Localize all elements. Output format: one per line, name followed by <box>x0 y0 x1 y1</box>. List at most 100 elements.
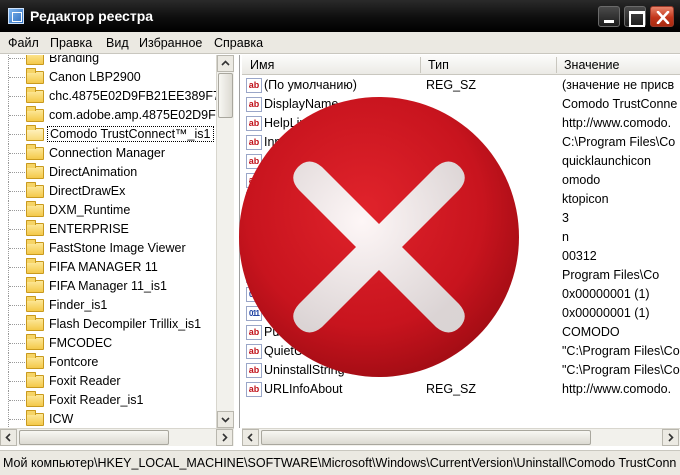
tree-item[interactable]: DirectDrawEx <box>0 182 224 201</box>
ab-string-icon: ab <box>246 230 262 245</box>
folder-icon <box>26 277 44 293</box>
tree-item[interactable]: DirectAnimation <box>0 163 224 182</box>
window-title: Редактор реестра <box>30 8 154 24</box>
tree-item[interactable]: Branding <box>0 55 224 68</box>
ab-string-icon: ab <box>246 249 262 264</box>
close-button[interactable] <box>650 6 674 27</box>
table-row[interactable]: ab Publisher COMODO <box>242 323 680 342</box>
table-row[interactable]: ab Inno Se REG_SZ n <box>242 228 680 247</box>
table-row[interactable]: ab Inno Se REG_SZ ktopicon <box>242 190 680 209</box>
scroll-left-button[interactable] <box>242 429 259 446</box>
tree-item[interactable]: DXM_Runtime <box>0 201 224 220</box>
ab-string-icon: ab <box>246 211 262 226</box>
tree-item-label: DirectAnimation <box>49 165 138 179</box>
table-row[interactable]: ab Inno Se REG_SZ 3 <box>242 209 680 228</box>
cell-value: http://www.comodo. <box>562 382 672 396</box>
cell-name: Publisher <box>264 325 317 339</box>
column-divider[interactable] <box>556 57 557 73</box>
tree-item[interactable]: ENTERPRISE <box>0 220 224 239</box>
column-value[interactable]: Значение <box>564 58 619 72</box>
menu-help[interactable]: Справка <box>214 36 263 50</box>
tree-item[interactable]: Fontcore <box>0 353 224 372</box>
table-row[interactable]: ab URLInfoAbout REG_SZ http://www.comodo. <box>242 380 680 399</box>
table-row[interactable]: ab InstallD REG_SZ 00312 <box>242 247 680 266</box>
tree-connector <box>9 248 25 249</box>
scroll-thumb[interactable] <box>218 73 233 118</box>
table-row[interactable]: ab UninstallString "C:\Program Files\Co <box>242 361 680 380</box>
cell-name: Inno Setup <box>264 154 325 168</box>
cell-value: "C:\Program Files\Co <box>562 363 680 377</box>
scroll-down-button[interactable] <box>217 411 234 428</box>
table-row[interactable]: 011 NoModify WORD 0x00000001 (1) <box>242 285 680 304</box>
tree-item[interactable]: FIFA Manager 11_is1 <box>0 277 224 296</box>
tree-item[interactable]: Foxit Reader <box>0 372 224 391</box>
scroll-thumb[interactable] <box>261 430 591 445</box>
cell-type: REG_SZ <box>426 382 477 396</box>
scroll-left-button[interactable] <box>0 429 17 446</box>
tree-item-label: Canon LBP2900 <box>49 70 141 84</box>
table-row[interactable]: ab Inno Setup: A C:\Program Files\Co <box>242 133 680 152</box>
registry-tree[interactable]: Branding Canon LBP2900 chc.4875E02D9FB21EE… <box>0 55 240 428</box>
tree-item[interactable]: chc.4875E02D9FB21EE389F73 <box>0 87 227 106</box>
scroll-right-button[interactable] <box>216 429 233 446</box>
column-type[interactable]: Тип <box>428 58 449 72</box>
tree-item[interactable]: FMCODEC <box>0 334 224 353</box>
scroll-up-button[interactable] <box>217 55 234 72</box>
table-row[interactable]: ab Inno Setup quicklaunchicon <box>242 152 680 171</box>
tree-connector <box>9 58 25 59</box>
cell-name: UninstallString <box>264 363 345 377</box>
values-list[interactable]: Имя Тип Значение ab (По умолчанию) REG_SZ(… <box>242 55 680 428</box>
menu-edit[interactable]: Правка <box>50 36 92 50</box>
folder-icon <box>26 220 44 236</box>
chevron-down-icon <box>221 417 230 423</box>
table-row[interactable]: ab QuietUninstallString "C:\Program Files\… <box>242 342 680 361</box>
title-bar: Редактор реестра <box>0 0 680 32</box>
column-divider[interactable] <box>420 57 421 73</box>
table-row[interactable]: ab (По умолчанию) REG_SZ (значение не присв <box>242 76 680 95</box>
list-header: Имя Тип Значение <box>242 55 680 75</box>
tree-item[interactable]: ICW <box>0 410 224 428</box>
tree-connector <box>9 343 25 344</box>
ab-string-icon: ab <box>246 97 262 112</box>
table-row[interactable]: 011 NoRepair WORD 0x00000001 (1) <box>242 304 680 323</box>
table-row[interactable]: ab DisplayName Comodo TrustConne <box>242 95 680 114</box>
ab-string-icon: ab <box>246 173 262 188</box>
scroll-thumb[interactable] <box>19 430 169 445</box>
tree-item[interactable]: Canon LBP2900 <box>0 68 224 87</box>
tree-horizontal-scrollbar[interactable] <box>0 428 234 446</box>
tree-item-label: DirectDrawEx <box>49 184 126 198</box>
folder-icon <box>26 315 44 331</box>
maximize-button[interactable] <box>624 6 646 27</box>
list-horizontal-scrollbar[interactable] <box>242 428 680 446</box>
menu-view[interactable]: Вид <box>106 36 129 50</box>
minimize-button[interactable] <box>598 6 620 27</box>
tree-item-label: Foxit Reader_is1 <box>49 393 144 407</box>
tree-vertical-scrollbar[interactable] <box>216 55 234 428</box>
table-row[interactable]: ab HelpLink http://www.comodo. <box>242 114 680 133</box>
folder-icon <box>26 353 44 369</box>
tree-item[interactable]: Finder_is1 <box>0 296 224 315</box>
tree-item[interactable]: FIFA MANAGER 11 <box>0 258 224 277</box>
scroll-right-button[interactable] <box>662 429 679 446</box>
tree-item[interactable]: Comodo TrustConnect™_is1 <box>0 125 224 144</box>
tree-item[interactable]: Flash Decompiler Trillix_is1 <box>0 315 224 334</box>
tree-item[interactable]: FastStone Image Viewer <box>0 239 224 258</box>
tree-item-label: DXM_Runtime <box>49 203 131 217</box>
table-row[interactable]: ab Inno Se omodo <box>242 171 680 190</box>
ab-string-icon: ab <box>246 135 262 150</box>
menu-favorites[interactable]: Избранное <box>139 36 202 50</box>
cell-name: URLInfoAbout <box>264 382 343 396</box>
folder-icon <box>26 144 44 160</box>
tree-item-label: Connection Manager <box>49 146 166 160</box>
tree-item[interactable]: Connection Manager <box>0 144 224 163</box>
tree-connector <box>9 153 25 154</box>
tree-item-label: Comodo TrustConnect™_is1 <box>47 126 214 142</box>
binary-value-icon: 011 <box>246 287 262 302</box>
table-row[interactable]: ab InstallLo REG_SZ Program Files\Co <box>242 266 680 285</box>
chevron-left-icon <box>247 433 253 442</box>
tree-item[interactable]: com.adobe.amp.4875E02D9FB <box>0 106 224 125</box>
menu-file[interactable]: Файл <box>8 36 39 50</box>
tree-item[interactable]: Foxit Reader_is1 <box>0 391 224 410</box>
folder-icon <box>26 391 44 407</box>
column-name[interactable]: Имя <box>250 58 274 72</box>
